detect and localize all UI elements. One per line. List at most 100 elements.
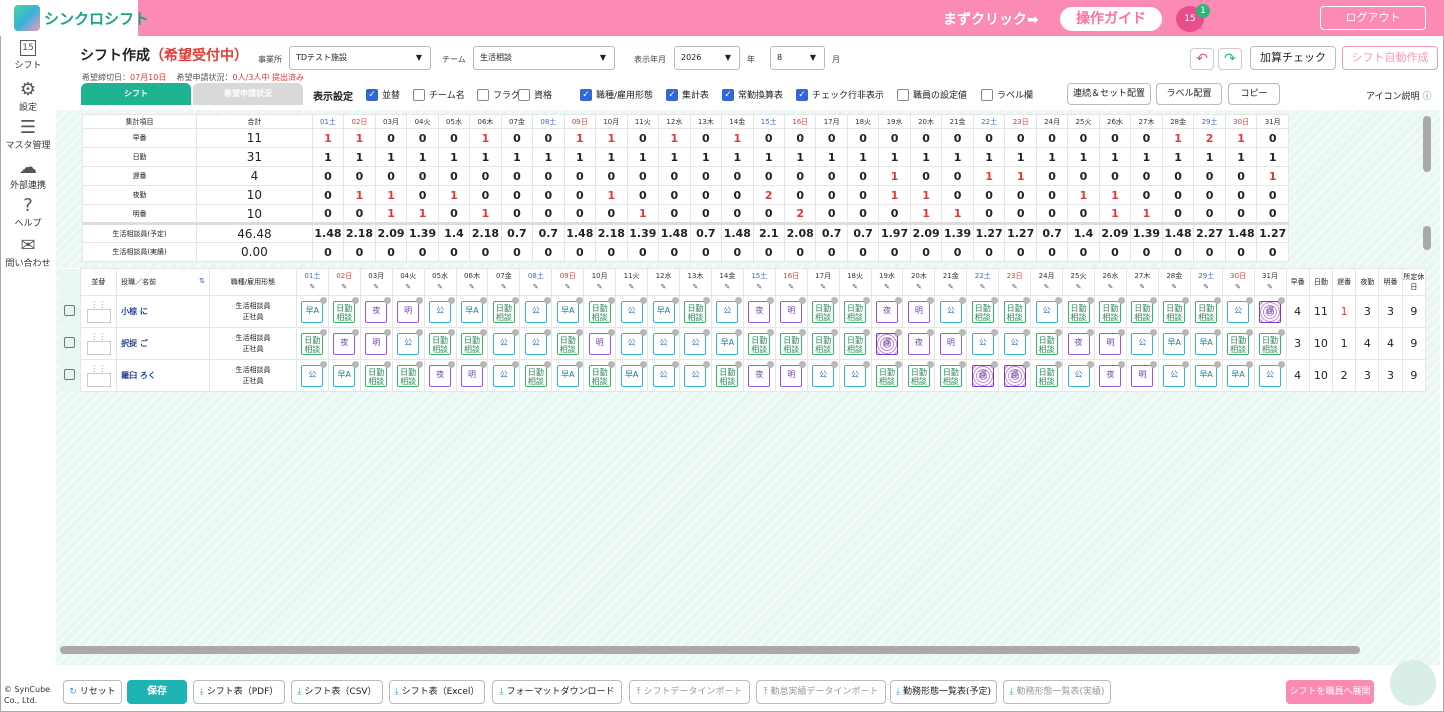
pencil-icon[interactable]: ✎ bbox=[1012, 283, 1018, 291]
shift-chip[interactable]: 夜 bbox=[748, 296, 775, 323]
drag-handle-cell[interactable]: ⋮⋮ bbox=[79, 327, 118, 360]
pencil-icon[interactable]: ✎ bbox=[405, 283, 411, 291]
shift-chip[interactable]: 日勤相談 bbox=[460, 328, 487, 355]
app-logo[interactable]: シンクロシフト bbox=[14, 4, 149, 32]
shift-chip[interactable]: 日勤相談 bbox=[1227, 328, 1254, 355]
pencil-icon[interactable]: ✎ bbox=[1171, 283, 1177, 291]
shift-cell[interactable]: 日勤相談 bbox=[678, 295, 712, 328]
shift-chip[interactable]: 夜 bbox=[1067, 328, 1094, 355]
shift-cell[interactable]: 公 bbox=[838, 359, 872, 392]
shift-cell[interactable]: 日勤相談 bbox=[391, 359, 425, 392]
shift-chip[interactable]: 日勤相談 bbox=[492, 296, 519, 323]
shift-chip[interactable]: 公 bbox=[492, 328, 519, 355]
shift-cell[interactable]: 公 bbox=[678, 327, 712, 360]
shift-cell[interactable]: 日勤相談 bbox=[1030, 327, 1064, 360]
shift-csv-button[interactable]: ⤓ シフト表（CSV） bbox=[291, 680, 383, 704]
shift-chip[interactable]: 日勤相談 bbox=[429, 328, 456, 355]
shift-cell[interactable]: 日勤相談 bbox=[710, 359, 744, 392]
shift-chip[interactable]: 日勤相談 bbox=[524, 360, 551, 387]
shift-cell[interactable]: 早A bbox=[455, 295, 489, 328]
display-option-checkbox[interactable]: ✓ 職種/雇用形態 bbox=[580, 88, 653, 101]
shift-chip[interactable]: 公 bbox=[1131, 328, 1158, 355]
sidebar-item-help[interactable]: ? ヘルプ bbox=[1, 196, 55, 230]
shift-chip[interactable]: 日勤相談 bbox=[748, 328, 775, 355]
pencil-icon[interactable]: ✎ bbox=[1235, 283, 1241, 291]
staff-name[interactable]: 羅臼 ろく bbox=[116, 359, 211, 392]
shift-cell[interactable]: 日勤相談 bbox=[1125, 295, 1159, 328]
pencil-icon[interactable]: ✎ bbox=[309, 283, 315, 291]
shift-chip[interactable]: 公 bbox=[652, 328, 679, 355]
shift-cell[interactable]: 明 bbox=[774, 359, 808, 392]
display-option-checkbox[interactable]: ✓ チェック行非表示 bbox=[796, 88, 884, 101]
shift-chip[interactable]: 早A bbox=[556, 360, 583, 387]
shift-chip[interactable]: 夜 bbox=[365, 296, 392, 323]
shift-chip[interactable]: 公 bbox=[971, 328, 998, 355]
shift-cell[interactable]: 日勤相談 bbox=[1253, 327, 1287, 360]
staff-row[interactable]: ⋮⋮ 択捉 ご生活相談員 正社員 日勤相談夜明公日勤相談 日勤相談公公日勤相談明公公公早… bbox=[60, 327, 1427, 360]
checkbox-icon[interactable] bbox=[897, 88, 909, 101]
reset-button[interactable]: ↻ リセット bbox=[63, 680, 122, 704]
attendance-import-button[interactable]: ⤒ 勤怠実績データインポート bbox=[756, 680, 886, 704]
shift-cell[interactable]: 日勤相談 bbox=[742, 327, 776, 360]
pencil-icon[interactable]: ✎ bbox=[1139, 283, 1145, 291]
checkbox-icon[interactable]: ✓ bbox=[580, 88, 592, 101]
shift-chip[interactable]: 夜 bbox=[333, 328, 360, 355]
shift-cell[interactable]: 早A bbox=[1157, 327, 1191, 360]
shift-cell[interactable]: 早A bbox=[327, 359, 361, 392]
shift-cell[interactable]: 公 bbox=[998, 327, 1032, 360]
label-place-button[interactable]: ラベル配置 bbox=[1156, 83, 1222, 105]
shift-chip[interactable]: 早A bbox=[1163, 328, 1190, 355]
guide-button[interactable]: 操作ガイド bbox=[1060, 7, 1162, 31]
copy-button[interactable]: コピー bbox=[1228, 83, 1280, 105]
display-option-checkbox[interactable]: ✓ 集計表 bbox=[666, 88, 709, 101]
shift-chip[interactable]: 日勤相談 bbox=[1067, 296, 1094, 323]
shift-chip[interactable]: 日勤相談 bbox=[1035, 328, 1062, 355]
shift-cell[interactable]: 日勤相談 bbox=[870, 359, 904, 392]
shift-chip[interactable]: 明 bbox=[588, 328, 615, 355]
tab-shift[interactable]: シフト bbox=[81, 83, 191, 105]
sidebar-item-database[interactable]: ☰ マスタ管理 bbox=[1, 118, 55, 152]
shift-chip[interactable]: 日勤相談 bbox=[684, 296, 711, 323]
logout-button[interactable]: ログアウト bbox=[1320, 6, 1426, 30]
shift-cell[interactable]: 日勤相談 bbox=[583, 359, 617, 392]
shift-chip[interactable]: 公 bbox=[812, 360, 839, 387]
display-option-checkbox[interactable]: ラベル欄 bbox=[981, 88, 1033, 101]
shift-cell[interactable]: 日勤相談 bbox=[774, 327, 808, 360]
shift-chip[interactable]: 日勤相談 bbox=[971, 296, 998, 323]
save-button[interactable]: 保存 bbox=[127, 680, 187, 704]
row-checkbox[interactable] bbox=[64, 305, 76, 316]
staff-row[interactable]: ⋮⋮ 羅臼 ろく 生活相談員 正社員公早A 日勤相談 日勤相談夜明公日勤相談 早A 日勤相談早… bbox=[60, 359, 1427, 392]
display-option-checkbox[interactable]: フラグ bbox=[477, 88, 520, 101]
shift-chip[interactable]: 公 bbox=[684, 360, 711, 387]
pencil-icon[interactable]: ✎ bbox=[788, 283, 794, 291]
shift-cell[interactable]: 遅 bbox=[870, 327, 904, 360]
display-option-checkbox[interactable]: 資格 bbox=[518, 88, 552, 101]
shift-cell[interactable]: 明 bbox=[1093, 327, 1127, 360]
shift-cell[interactable]: 公 bbox=[519, 295, 553, 328]
shift-chip[interactable]: 公 bbox=[524, 296, 551, 323]
shift-cell[interactable]: 公 bbox=[615, 327, 649, 360]
shift-cell[interactable]: 公 bbox=[647, 359, 680, 392]
shift-chip[interactable]: 明 bbox=[1099, 328, 1126, 355]
shift-chip[interactable]: 日勤相談 bbox=[397, 360, 424, 387]
order-input[interactable] bbox=[87, 309, 112, 323]
sort-toggle-icon[interactable]: ⇅ bbox=[199, 277, 205, 285]
shift-cell[interactable]: 明 bbox=[1125, 359, 1159, 392]
shift-chip[interactable]: 早A bbox=[716, 328, 743, 355]
shift-cell[interactable]: 公 bbox=[423, 295, 457, 328]
shift-cell[interactable]: 日勤相談 bbox=[838, 295, 872, 328]
shift-cell[interactable]: 日勤相談 bbox=[1221, 327, 1255, 360]
shift-chip[interactable]: 明 bbox=[460, 360, 487, 387]
pencil-icon[interactable]: ✎ bbox=[341, 283, 347, 291]
shift-chip[interactable]: 公 bbox=[1163, 360, 1190, 387]
shift-cell[interactable]: 日勤相談 bbox=[1189, 295, 1223, 328]
shift-cell[interactable]: 公 bbox=[615, 295, 649, 328]
shift-cell[interactable]: 夜 bbox=[1093, 359, 1127, 392]
auto-create-button[interactable]: シフト自動作成 bbox=[1342, 46, 1438, 70]
shift-chip[interactable]: 日勤相談 bbox=[812, 296, 839, 323]
sequence-set-button[interactable]: 連続＆セット配置 bbox=[1067, 83, 1151, 105]
shift-cell[interactable]: 夜 bbox=[870, 295, 904, 328]
drag-handle-cell[interactable]: ⋮⋮ bbox=[79, 295, 118, 328]
vertical-scrollbar[interactable] bbox=[1423, 226, 1431, 250]
drag-handle-icon[interactable]: ⋮⋮ bbox=[90, 332, 106, 341]
